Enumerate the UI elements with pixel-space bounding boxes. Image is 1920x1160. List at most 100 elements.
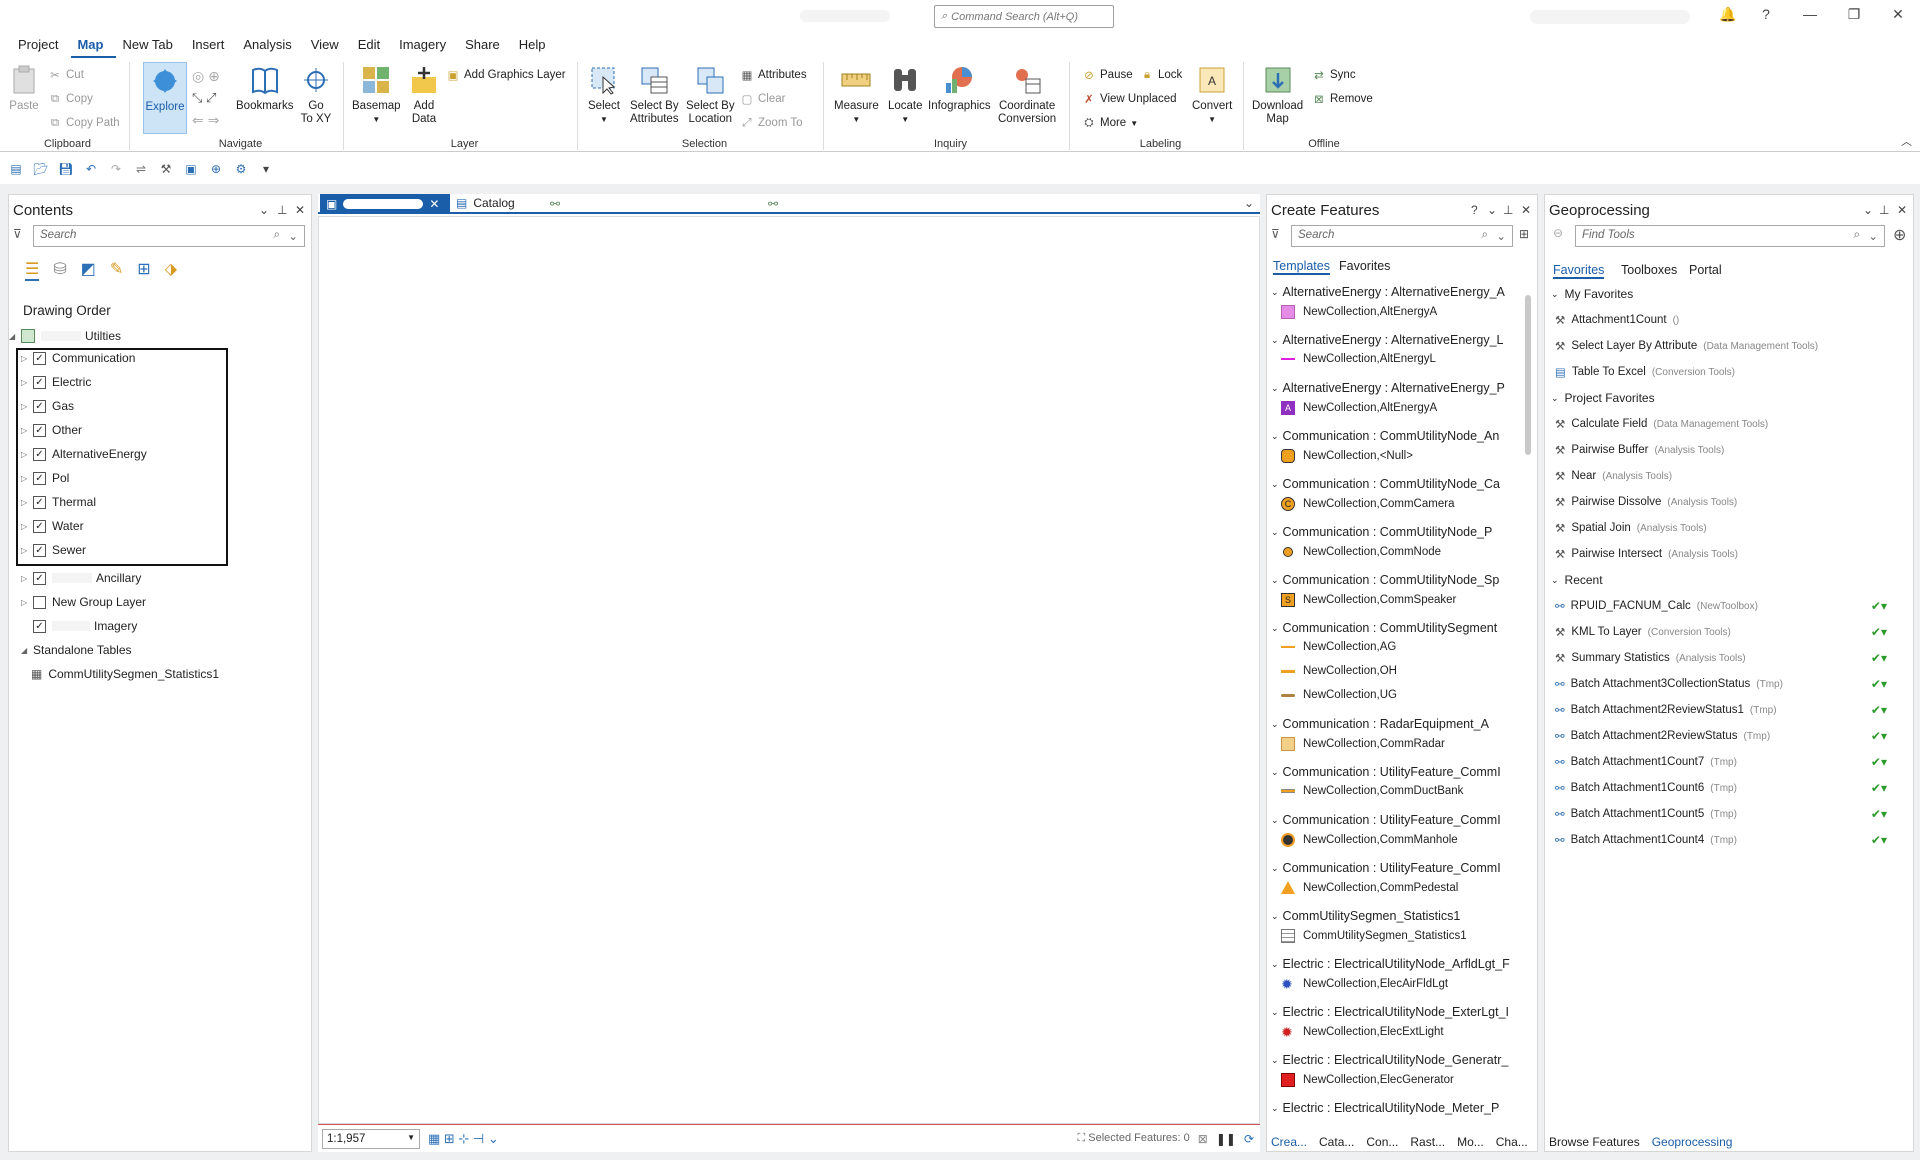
active-map-tab[interactable]: ▣ ✕ [320,194,450,214]
template-group-header[interactable]: ⌄ AlternativeEnergy : AlternativeEnergy_L [1271,333,1504,347]
gp-tool-item[interactable]: ⚒ Pairwise Intersect (Analysis Tools) [1555,547,1905,561]
tab-raster[interactable]: Rast... [1410,1135,1445,1149]
pin-icon[interactable]: ⊥ [1503,203,1513,217]
measure-button[interactable]: Measure ▼ [834,64,879,126]
pause-button[interactable]: ⊘ Pause [1082,68,1132,82]
pin-icon[interactable]: ⊥ [1879,203,1889,217]
bookmarks-button[interactable]: Bookmarks [236,64,294,113]
template-group-header[interactable]: ⌄ CommUtilitySegmen_Statistics1 [1271,909,1460,923]
list-by-snapping-icon[interactable]: ⊞ [137,259,150,281]
customize-toolbar-icon[interactable]: ▾ [258,161,274,177]
tab-create-features[interactable]: Crea... [1271,1135,1307,1149]
gp-tool-item[interactable]: ⚒ KML To Layer (Conversion Tools) ✔▾ [1555,625,1905,639]
model-tab-icon[interactable]: ⚯ [550,197,560,211]
refresh-icon[interactable]: ⟳ [1244,1132,1254,1146]
tab-share[interactable]: Share [459,34,513,58]
gp-tool-item[interactable]: ⚒ Spatial Join (Analysis Tools) [1555,521,1905,535]
close-icon[interactable]: ✕ [1521,203,1531,217]
template-group-header[interactable]: ⌄ Electric : ElectricalUtilityNode_ArfldL… [1271,957,1510,971]
tab-view[interactable]: View [305,34,352,58]
chevron-down-icon[interactable]: ⌄ [1244,196,1254,210]
layer-checkbox[interactable]: ✓ [33,571,46,585]
tab-catalog[interactable]: Cata... [1319,1135,1354,1149]
gp-tool-item[interactable]: ▤ Table To Excel (Conversion Tools) [1555,365,1905,379]
gp-tool-item[interactable]: ⚒ Pairwise Dissolve (Analysis Tools) [1555,495,1905,509]
gp-tool-item[interactable]: ⚒ Summary Statistics (Analysis Tools) ✔▾ [1555,651,1905,665]
add-data-button[interactable]: Add Data [408,64,440,126]
redo-icon[interactable]: ↷ [108,161,124,177]
gp-tool-item[interactable]: ⚒ Near (Analysis Tools) [1555,469,1905,483]
list-by-labeling-icon[interactable]: ⬗ [165,259,177,281]
help-icon[interactable]: ? [1471,203,1478,217]
gp-tool-item[interactable]: ⚒ Pairwise Buffer (Analysis Tools) [1555,443,1905,457]
gp-tool-item[interactable]: ⚯ Batch Attachment1Count5 (Tmp) ✔▾ [1555,807,1905,821]
tab-chart[interactable]: Cha... [1496,1135,1528,1149]
restore-icon[interactable]: ❐ [1842,6,1866,23]
tab-imagery[interactable]: Imagery [393,34,459,58]
tab-gp-favorites[interactable]: Favorites [1553,263,1605,279]
template-item[interactable]: NewCollection,CommManhole [1281,833,1458,847]
template-item[interactable]: A NewCollection,AltEnergyA [1281,401,1437,415]
add-icon[interactable]: ⊕ [1893,225,1906,245]
basemap-button[interactable]: Basemap ▼ [352,64,401,126]
save-icon[interactable]: 💾︎ [58,161,74,177]
remove-button[interactable]: ⊠ Remove [1312,92,1373,106]
explore-button[interactable]: Explore [143,62,187,134]
find-tools-input[interactable]: Find Tools ⌕ ⌄ [1575,225,1885,247]
tab-favorites[interactable]: Favorites [1339,259,1390,273]
list-by-source-icon[interactable]: ⛁ [53,259,66,281]
grid-icon[interactable]: ▦ ⊞ ⊹ ⊣ ⌄ [428,1131,499,1147]
gp-tool-item[interactable]: ⚯ Batch Attachment1Count6 (Tmp) ✔▾ [1555,781,1905,795]
tab-toolboxes[interactable]: Toolboxes [1621,263,1677,277]
template-group-header[interactable]: ⌄ Electric : ElectricalUtilityNode_Genera… [1271,1053,1508,1067]
recent-section[interactable]: ⌄ Recent [1551,573,1603,587]
cut-button[interactable]: ✂ Cut [48,68,84,82]
pin-icon[interactable]: ⊥ [277,203,287,217]
template-item[interactable]: NewCollection,CommNode [1281,545,1441,559]
template-item[interactable]: NewCollection,AG [1281,641,1396,653]
minimize-icon[interactable]: — [1798,6,1822,22]
template-item[interactable]: NewCollection,OH [1281,665,1397,677]
back-forward-icon[interactable]: ⇐ ⇒ [192,112,219,129]
template-item[interactable]: NewCollection,<Null> [1281,449,1413,463]
close-icon[interactable]: ✕ [295,203,305,217]
template-group-header[interactable]: ⌄ Communication : CommUtilityNode_Ca [1271,477,1500,491]
filter-icon[interactable]: ⊽ [1271,227,1280,241]
template-group-header[interactable]: ⌄ Electric : ElectricalUtilityNode_Meter_… [1271,1101,1499,1115]
template-item[interactable]: C NewCollection,CommCamera [1281,497,1454,511]
gp-tool-item[interactable]: ⚯ Batch Attachment2ReviewStatus (Tmp) ✔▾ [1555,729,1905,743]
coordinate-conversion-button[interactable]: Coordinate Conversion [998,64,1056,126]
tab-analysis[interactable]: Analysis [237,34,304,58]
manage-templates-icon[interactable]: ⊞ [1519,227,1529,241]
template-item[interactable]: NewCollection,CommPedestal [1281,881,1458,894]
tab-contents[interactable]: Con... [1366,1135,1398,1149]
standalone-tables-item[interactable]: ◢ Standalone Tables [21,643,132,657]
create-features-search-input[interactable]: Search ⌕ ⌄ [1291,225,1513,247]
my-favorites-section[interactable]: ⌄ My Favorites [1551,287,1633,301]
tab-geoprocessing[interactable]: Geoprocessing [1652,1135,1733,1149]
tab-edit[interactable]: Edit [352,34,393,58]
back-icon[interactable]: ⊖ [1553,226,1563,240]
template-item[interactable]: ✹ NewCollection,ElecAirFldLgt [1281,977,1448,991]
command-search-input[interactable]: ⌕ Command Search (Alt+Q) [934,5,1114,28]
close-icon[interactable]: ✕ [1886,6,1910,23]
sync-button[interactable]: ⇄ Sync [1312,68,1355,82]
close-icon[interactable]: ✕ [1897,203,1907,217]
template-item[interactable]: NewCollection,CommRadar [1281,737,1445,751]
view-unplaced-button[interactable]: ✗ View Unplaced [1082,92,1176,106]
pane-menu-icon[interactable]: ⌄ [1863,203,1873,217]
pane-menu-icon[interactable]: ⌄ [259,203,269,217]
download-map-button[interactable]: Download Map [1252,64,1303,126]
list-by-selection-icon[interactable]: ◩ [81,259,96,281]
tab-help[interactable]: Help [513,34,559,58]
template-group-header[interactable]: ⌄ AlternativeEnergy : AlternativeEnergy_P [1271,381,1505,395]
tab-insert[interactable]: Insert [186,34,238,58]
tab-browse-features[interactable]: Browse Features [1549,1135,1640,1149]
template-group-header[interactable]: ⌄ Communication : UtilityFeature_CommI [1271,765,1501,779]
template-group-header[interactable]: ⌄ Communication : RadarEquipment_A [1271,717,1489,731]
layer-checkbox[interactable]: ✓ [33,619,46,633]
template-group-header[interactable]: ⌄ Communication : CommUtilityNode_Sp [1271,573,1499,587]
gp-tool-item[interactable]: ⚒ Attachment1Count () [1555,313,1905,327]
gp-tool-item[interactable]: ⚯ Batch Attachment1Count4 (Tmp) ✔▾ [1555,833,1905,847]
measure-tool-icon[interactable]: ⇌ [133,161,149,177]
